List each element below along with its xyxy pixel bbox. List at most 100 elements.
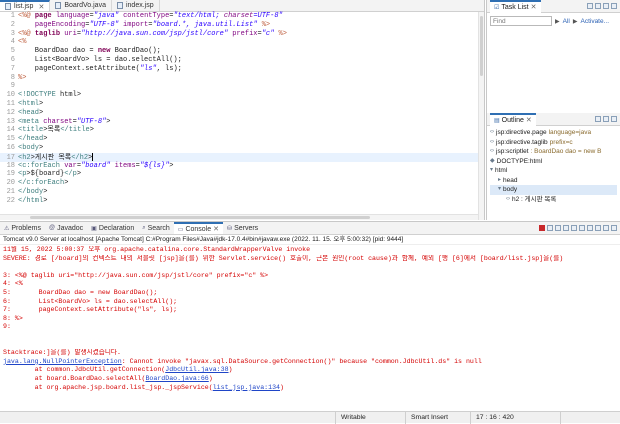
editor-tab-index-jsp[interactable]: index.jsp [112, 0, 160, 11]
code-line[interactable]: 22 </html> [0, 197, 484, 206]
code-line[interactable]: 19 <p>${board}</p> [0, 170, 484, 179]
tab-label: Servers [234, 224, 259, 232]
filter-icon[interactable] [595, 3, 601, 9]
code-line[interactable]: 16 <body> [0, 144, 484, 153]
activate-link[interactable]: Activate... [580, 18, 609, 25]
code-line[interactable]: 11 <html> [0, 100, 484, 109]
tab-task-list[interactable]: ☑ Task List ✕ [490, 0, 541, 13]
code-line[interactable]: 21 </body> [0, 188, 484, 197]
display-selected-console-icon[interactable] [587, 225, 593, 231]
expanded-node-icon[interactable]: ▾ [498, 185, 501, 195]
code-line[interactable]: 7 pageContext.setAttribute("ls", ls); [0, 65, 484, 74]
code-line[interactable]: 6 List<BoardVo> ls = dao.selectAll(); [0, 56, 484, 65]
editor-tab-list-jsp[interactable]: list.jsp ✕ [0, 0, 51, 11]
outline-node[interactable]: ‹› jsp:scriptlet: BoardDao dao = new B [490, 147, 617, 157]
tab-servers[interactable]: ⛁ Servers [223, 222, 262, 234]
tab-label: Problems [11, 224, 41, 232]
outline-panel: ▤ Outline ✕ ‹› jsp:directive.page language… [486, 112, 620, 220]
stack-frame-link[interactable]: list_jsp.java:134 [213, 384, 280, 391]
outline-node[interactable]: ◆ DOCTYPE:html [490, 157, 617, 167]
code-editor[interactable]: list.jsp ✕ BoardVo.java index.jsp 1 <%@ p… [0, 0, 485, 220]
line-number: 12 [6, 108, 15, 117]
code-text: %> [18, 73, 27, 82]
tab-declaration[interactable]: ▣ Declaration [87, 222, 138, 234]
remove-launch-icon[interactable] [547, 225, 553, 231]
word-wrap-icon[interactable] [571, 225, 577, 231]
code-line[interactable]: 8 %> [0, 74, 484, 83]
collapse-all-icon[interactable] [595, 116, 601, 122]
status-writable: Writable [335, 411, 405, 424]
editor-tab-boardvo-java[interactable]: BoardVo.java [50, 0, 112, 11]
code-text: <title>목록</title> [18, 126, 94, 135]
line-number: 5 [10, 47, 15, 56]
code-line[interactable]: 14 <title>목록</title> [0, 126, 484, 135]
outline-node[interactable]: ▾ html [490, 166, 617, 176]
code-line[interactable]: 1 <%@ page language="java" contentType="t… [0, 12, 484, 21]
task-find-row: Find ▶ All ▶ Activate... [487, 13, 620, 29]
code-line[interactable]: 17 <h2>게시판 목록</h2> [0, 152, 484, 162]
tab-problems[interactable]: ⚠ Problems [0, 222, 45, 234]
minimize-icon[interactable] [603, 3, 609, 9]
console-line: 5: BoardDao dao = new BoardDao(); [3, 288, 158, 296]
code-line[interactable]: 18 <c:forEach var="board" items="${ls}"> [0, 162, 484, 171]
close-icon[interactable]: ✕ [526, 116, 532, 124]
code-line[interactable]: 12 <head> [0, 109, 484, 118]
close-icon[interactable]: ✕ [38, 3, 44, 11]
close-icon[interactable]: ✕ [213, 225, 219, 233]
minimize-icon[interactable] [603, 225, 609, 231]
code-line[interactable]: 5 BoardDao dao = new BoardDao(); [0, 47, 484, 56]
close-icon[interactable]: ✕ [531, 3, 537, 11]
minimize-icon[interactable] [603, 116, 609, 122]
task-find-input[interactable]: Find [490, 16, 552, 26]
pin-console-icon[interactable] [579, 225, 585, 231]
outline-node[interactable]: ‹› jsp:directive.page language=java [490, 128, 617, 138]
code-line[interactable]: 20 </c:forEach> [0, 179, 484, 188]
maximize-icon[interactable] [611, 225, 617, 231]
outline-titlebar: ▤ Outline ✕ [487, 112, 620, 126]
stack-frame-text: at common.JdbcUtil.getConnection( [3, 366, 166, 374]
open-console-icon[interactable] [595, 225, 601, 231]
outline-node[interactable]: ▾ body [490, 185, 617, 195]
tab-console[interactable]: ▭ Console ✕ [173, 222, 224, 234]
bottom-tab-bar: ⚠ Problems @ Javadoc ▣ Declaration ⌕ Sea… [0, 222, 620, 235]
all-filter-link[interactable]: All [563, 18, 570, 25]
code-line[interactable]: 15 </head> [0, 135, 484, 144]
maximize-icon[interactable] [611, 116, 617, 122]
stack-frame-link[interactable]: BoardDao.java:66 [145, 375, 208, 382]
outline-node[interactable]: ‹› h2 : 게시판 목록 [490, 195, 617, 205]
editor-vertical-scrollbar[interactable] [478, 12, 484, 220]
outline-node[interactable]: ‹› jsp:directive.taglib prefix=c [490, 138, 617, 148]
jsp-file-icon [116, 2, 123, 9]
stack-frame-link[interactable]: JdbcUtil.java:38 [165, 366, 228, 373]
code-line[interactable]: 4 <% [0, 38, 484, 47]
editor-horizontal-scrollbar[interactable] [0, 214, 478, 220]
code-lines[interactable]: 1 <%@ page language="java" contentType="t… [0, 12, 484, 220]
collapsed-node-icon[interactable]: ▸ [498, 176, 501, 186]
code-line[interactable]: 3 <%@ taglib uri="http://java.sun.com/jsp… [0, 30, 484, 39]
stack-frame-text: at org.apache.jsp.board.list_jsp._jspSer… [3, 383, 213, 391]
console-icon: ▭ [177, 226, 184, 233]
exception-class-link[interactable]: java.lang.NullPointerException [3, 358, 122, 365]
outline-tree[interactable]: ‹› jsp:directive.page language=java ‹› jsp:d… [487, 126, 620, 206]
clear-console-icon[interactable] [555, 225, 561, 231]
code-line[interactable]: 9 [0, 82, 484, 91]
new-task-icon[interactable] [587, 3, 593, 9]
tab-javadoc[interactable]: @ Javadoc [45, 222, 87, 234]
tab-label: Console [185, 225, 212, 233]
stack-trace-line: at common.JdbcUtil.getConnection(JdbcUti… [3, 366, 617, 375]
code-text: </c:forEach> [18, 179, 69, 188]
code-line[interactable]: 10 <!DOCTYPE html> [0, 91, 484, 100]
terminate-icon[interactable] [539, 225, 545, 231]
expanded-node-icon[interactable]: ▾ [490, 166, 493, 176]
line-number: 22 [6, 196, 15, 205]
tab-search[interactable]: ⌕ Search [138, 222, 174, 234]
maximize-icon[interactable] [611, 3, 617, 9]
code-text: pageEncoding="UTF-8" import="board.*, ja… [34, 20, 271, 29]
console-output[interactable]: 11월 15, 2022 5:00:37 오후 org.apache.catal… [0, 245, 620, 393]
code-line[interactable]: 2 pageEncoding="UTF-8" import="board.*, … [0, 21, 484, 30]
tab-outline[interactable]: ▤ Outline ✕ [490, 112, 536, 126]
servers-icon: ⛁ [227, 225, 233, 232]
scroll-lock-icon[interactable] [563, 225, 569, 231]
outline-node[interactable]: ▸ head [490, 176, 617, 186]
